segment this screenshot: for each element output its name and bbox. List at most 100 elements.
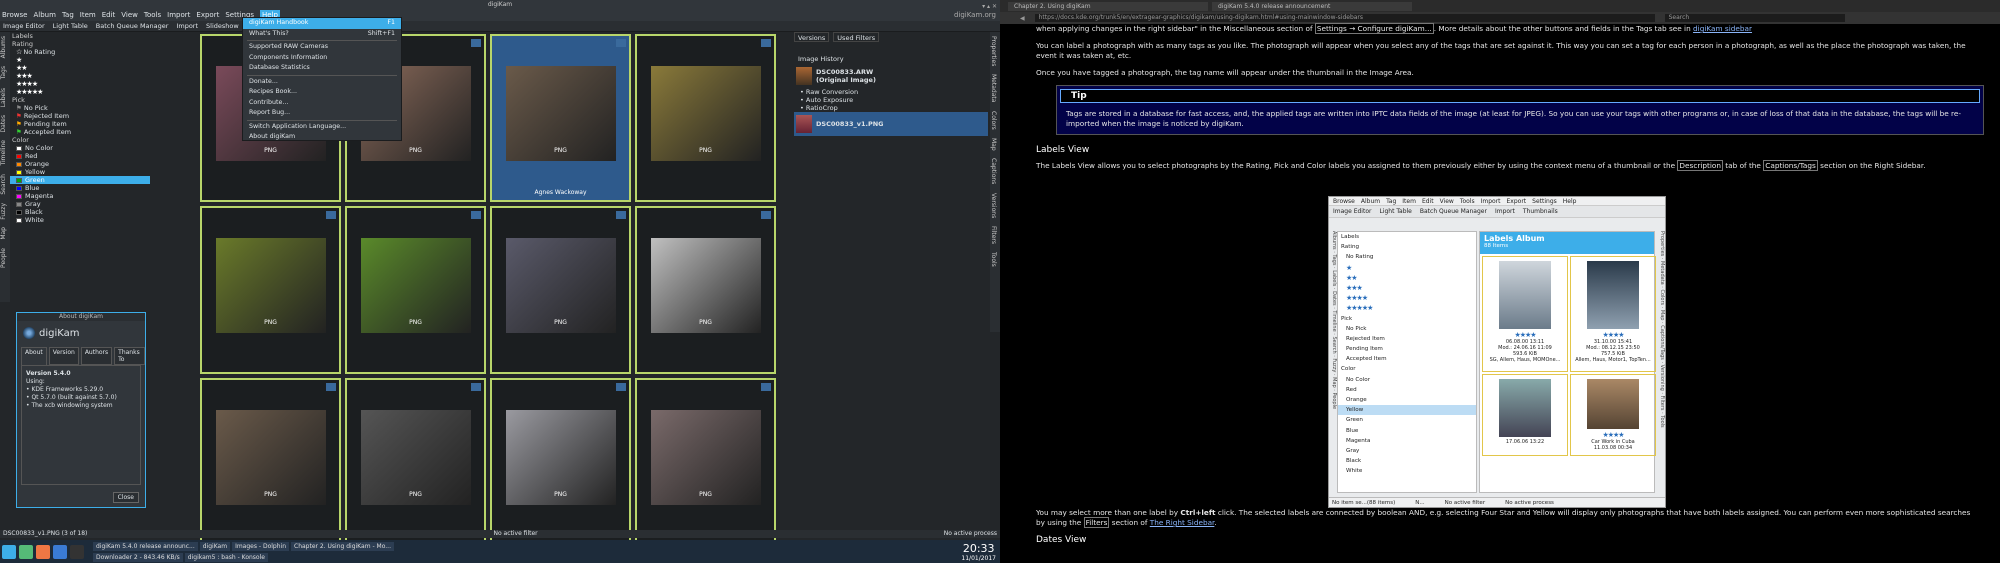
tab-fuzzy[interactable]: Fuzzy	[0, 199, 7, 224]
help-menu-item[interactable]: Report Bug...	[243, 108, 401, 119]
rating-item[interactable]: ★★	[10, 64, 150, 72]
tab-map[interactable]: Map	[0, 223, 7, 244]
kde-launcher-icon[interactable]	[2, 544, 16, 559]
pick-item[interactable]: ⚑ Pending Item	[10, 120, 150, 128]
tab-versions[interactable]: Versions	[990, 189, 997, 222]
search-input[interactable]: Search	[1664, 14, 1845, 22]
taskbar-task[interactable]: Images - Dolphin	[232, 541, 289, 551]
thumbnail[interactable]: PNG	[635, 206, 776, 374]
about-dialog-title[interactable]: About digiKam	[17, 313, 145, 321]
pick-item[interactable]: ⚑ No Pick	[10, 104, 150, 112]
toolbar-import[interactable]: Import	[176, 21, 198, 31]
history-current[interactable]: DSC00833_v1.PNG	[794, 112, 988, 136]
thumbnail[interactable]: PNG	[490, 206, 631, 374]
menu-view[interactable]: View	[121, 10, 138, 21]
color-item[interactable]: White	[10, 216, 150, 224]
help-menu-item[interactable]: Supported RAW Cameras	[243, 42, 401, 53]
color-item[interactable]: No Color	[10, 144, 150, 152]
help-menu-item[interactable]: Recipes Book...	[243, 87, 401, 98]
back-icon[interactable]: ◀	[1020, 15, 1025, 22]
taskbar-task[interactable]: Downloader 2 - 843.46 KB/s	[93, 552, 183, 562]
rating-item[interactable]: ★★★★	[10, 80, 150, 88]
about-tab-thanks-to[interactable]: Thanks To	[114, 347, 145, 365]
thumbnail[interactable]: PNG	[200, 378, 341, 546]
menu-item[interactable]: Item	[80, 10, 96, 21]
rating-item[interactable]: ★★★	[10, 72, 150, 80]
close-button[interactable]: Close	[112, 492, 139, 503]
rating-no-rating[interactable]: ☆ No Rating	[10, 48, 150, 56]
link-right-sidebar[interactable]: The Right Sidebar	[1150, 518, 1215, 527]
thumbnail[interactable]: PNG	[490, 378, 631, 546]
thumbnail[interactable]: PNG	[635, 34, 776, 202]
toolbar-light-table[interactable]: Light Table	[53, 21, 88, 31]
digikam-launcher-icon[interactable]	[53, 544, 67, 559]
url-input[interactable]: https://docs.kde.org/trunk5/en/extragear…	[1034, 14, 1655, 22]
color-item[interactable]: Gray	[10, 200, 150, 208]
about-tab-authors[interactable]: Authors	[80, 347, 113, 365]
history-original[interactable]: DSC00833.ARW (Original Image)	[794, 64, 988, 88]
thumbnail[interactable]: PNG	[345, 206, 486, 374]
taskbar-task[interactable]: digikam5 : bash - Konsole	[184, 552, 268, 562]
browser-tab[interactable]: Chapter 2. Using digiKam	[1008, 1, 1208, 11]
help-menu-item[interactable]: Contribute...	[243, 98, 401, 109]
menu-import[interactable]: Import	[167, 10, 190, 21]
color-item[interactable]: Yellow	[10, 168, 150, 176]
toolbar-batch-queue-manager[interactable]: Batch Queue Manager	[96, 21, 169, 31]
tab-used-filters[interactable]: Used Filters	[833, 32, 880, 42]
pick-item[interactable]: ⚑ Accepted Item	[10, 128, 150, 136]
tab-properties[interactable]: Properties	[990, 32, 997, 70]
taskbar-task[interactable]: Chapter 2. Using digiKam - Mo...	[291, 541, 394, 551]
window-titlebar[interactable]: digiKam ▾ ▴ ✕	[0, 0, 1000, 10]
color-item[interactable]: Orange	[10, 160, 150, 168]
thumbnail[interactable]: PNG	[200, 206, 341, 374]
dolphin-icon[interactable]	[19, 544, 33, 559]
history-action[interactable]: • RatioCrop	[794, 104, 988, 112]
menu-tools[interactable]: Tools	[144, 10, 161, 21]
menu-album[interactable]: Album	[34, 10, 56, 21]
rating-item[interactable]: ★	[10, 56, 150, 64]
firefox-icon[interactable]	[36, 544, 50, 559]
color-item[interactable]: Green	[10, 176, 150, 184]
pick-item[interactable]: ⚑ Rejected Item	[10, 112, 150, 120]
thumbnail[interactable]: PNG	[635, 378, 776, 546]
thumbnail[interactable]: PNG Agnes Wackoway	[490, 34, 631, 202]
help-menu-item[interactable]: Switch Application Language...	[243, 122, 401, 133]
tab-timeline[interactable]: Timeline	[0, 136, 7, 170]
rating-item[interactable]: ★★★★★	[10, 88, 150, 96]
tab-labels[interactable]: Labels	[0, 84, 7, 111]
menu-edit[interactable]: Edit	[102, 10, 116, 21]
tab-versions[interactable]: Versions	[794, 32, 830, 42]
tab-people[interactable]: People	[0, 244, 7, 272]
about-tab-about[interactable]: About	[21, 347, 47, 365]
help-menu-item[interactable]: Components Information	[243, 53, 401, 64]
taskbar-task[interactable]: digiKam	[199, 541, 231, 551]
tab-search[interactable]: Search	[0, 170, 7, 199]
help-menu-item[interactable]: What's This? Shift+F1	[243, 29, 401, 40]
tab-albums[interactable]: Albums	[0, 32, 7, 62]
tab-tools[interactable]: Tools	[990, 248, 997, 271]
toolbar-image-editor[interactable]: Image Editor	[3, 21, 45, 31]
toolbar-slideshow[interactable]: Slideshow	[206, 21, 239, 31]
taskbar-task[interactable]: digiKam 5.4.0 release announc...	[93, 541, 198, 551]
tab-map[interactable]: Map	[990, 134, 997, 155]
browser-tab[interactable]: digiKam 5.4.0 release announcement	[1212, 1, 1412, 11]
menu-export[interactable]: Export	[196, 10, 219, 21]
about-tab-version[interactable]: Version	[48, 347, 79, 365]
tab-colors[interactable]: Colors	[990, 107, 997, 134]
color-item[interactable]: Black	[10, 208, 150, 216]
tab-tags[interactable]: Tags	[0, 62, 7, 83]
color-item[interactable]: Blue	[10, 184, 150, 192]
link-digikam-sidebar[interactable]: digiKam sidebar	[1693, 24, 1752, 33]
clock[interactable]: 20:33 11/01/2017	[961, 542, 1000, 562]
history-action[interactable]: • Auto Exposure	[794, 96, 988, 104]
tab-captions[interactable]: Captions	[990, 154, 997, 188]
history-action[interactable]: • Raw Conversion	[794, 88, 988, 96]
color-item[interactable]: Red	[10, 152, 150, 160]
tab-filters[interactable]: Filters	[990, 222, 997, 248]
tab-metadata[interactable]: Metadata	[990, 70, 997, 106]
menu-browse[interactable]: Browse	[2, 10, 28, 21]
help-menu-item[interactable]: digiKam Handbook F1	[243, 18, 401, 29]
help-menu-item[interactable]: About digiKam	[243, 132, 401, 143]
color-item[interactable]: Magenta	[10, 192, 150, 200]
menu-tag[interactable]: Tag	[62, 10, 74, 21]
